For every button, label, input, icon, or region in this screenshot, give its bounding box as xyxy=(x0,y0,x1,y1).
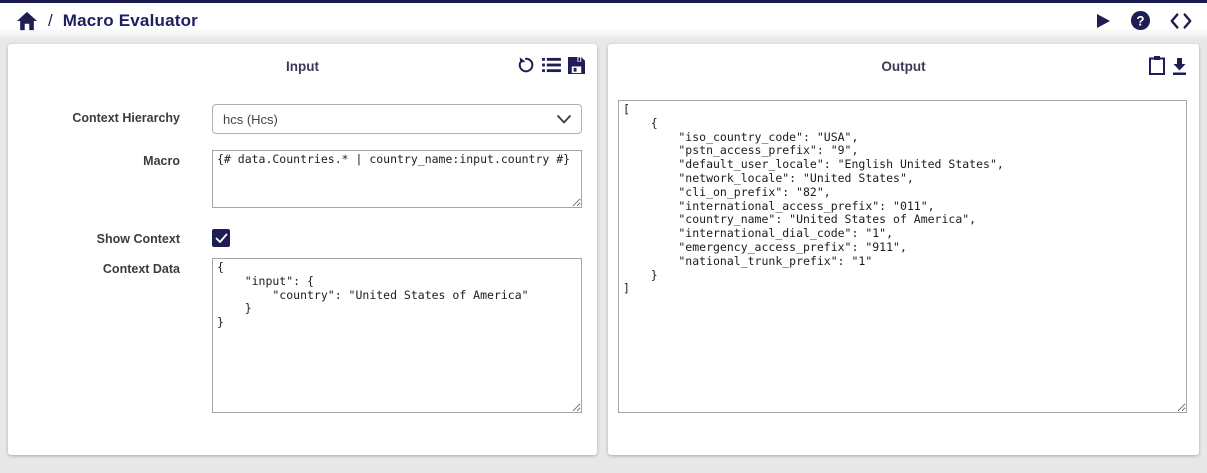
output-textarea[interactable]: [ { "iso_country_code": "USA", "pstn_acc… xyxy=(618,100,1187,413)
output-panel-title: Output xyxy=(608,59,1199,74)
download-icon[interactable] xyxy=(1172,57,1187,75)
breadcrumb-separator: / xyxy=(48,11,53,31)
home-icon[interactable] xyxy=(16,11,38,31)
macro-label: Macro xyxy=(8,154,180,168)
checkmark-icon xyxy=(215,233,228,244)
input-panel: Input xyxy=(8,44,597,455)
help-icon[interactable]: ? xyxy=(1130,10,1151,31)
input-panel-title: Input xyxy=(8,59,597,74)
chevron-down-icon xyxy=(557,115,571,124)
input-panel-actions xyxy=(517,56,585,74)
input-panel-header: Input xyxy=(8,44,597,88)
context-data-input[interactable]: { "input": { "country": "United States o… xyxy=(212,258,582,413)
output-panel-header: Output xyxy=(608,44,1199,88)
context-hierarchy-selected-value: hcs (Hcs) xyxy=(223,112,278,127)
run-icon[interactable] xyxy=(1094,12,1112,30)
list-icon[interactable] xyxy=(542,57,561,73)
code-icon[interactable] xyxy=(1169,12,1193,30)
macro-input[interactable]: {# data.Countries.* | country_name:input… xyxy=(212,150,582,208)
page-title: Macro Evaluator xyxy=(63,11,198,31)
context-hierarchy-label: Context Hierarchy xyxy=(8,111,180,125)
save-icon[interactable] xyxy=(568,57,585,74)
breadcrumb: / Macro Evaluator xyxy=(16,11,198,31)
topbar: / Macro Evaluator ? xyxy=(0,0,1207,38)
context-data-label: Context Data xyxy=(8,262,180,276)
svg-text:?: ? xyxy=(1136,13,1144,28)
clipboard-icon[interactable] xyxy=(1149,56,1165,75)
undo-icon[interactable] xyxy=(517,56,535,74)
show-context-checkbox[interactable] xyxy=(212,229,230,247)
topbar-actions: ? xyxy=(1094,10,1193,31)
context-hierarchy-select[interactable]: hcs (Hcs) xyxy=(212,104,582,134)
show-context-label: Show Context xyxy=(8,232,180,246)
output-panel: Output [ { "iso_country_code": "USA", "p… xyxy=(608,44,1199,455)
output-panel-actions xyxy=(1149,56,1187,75)
